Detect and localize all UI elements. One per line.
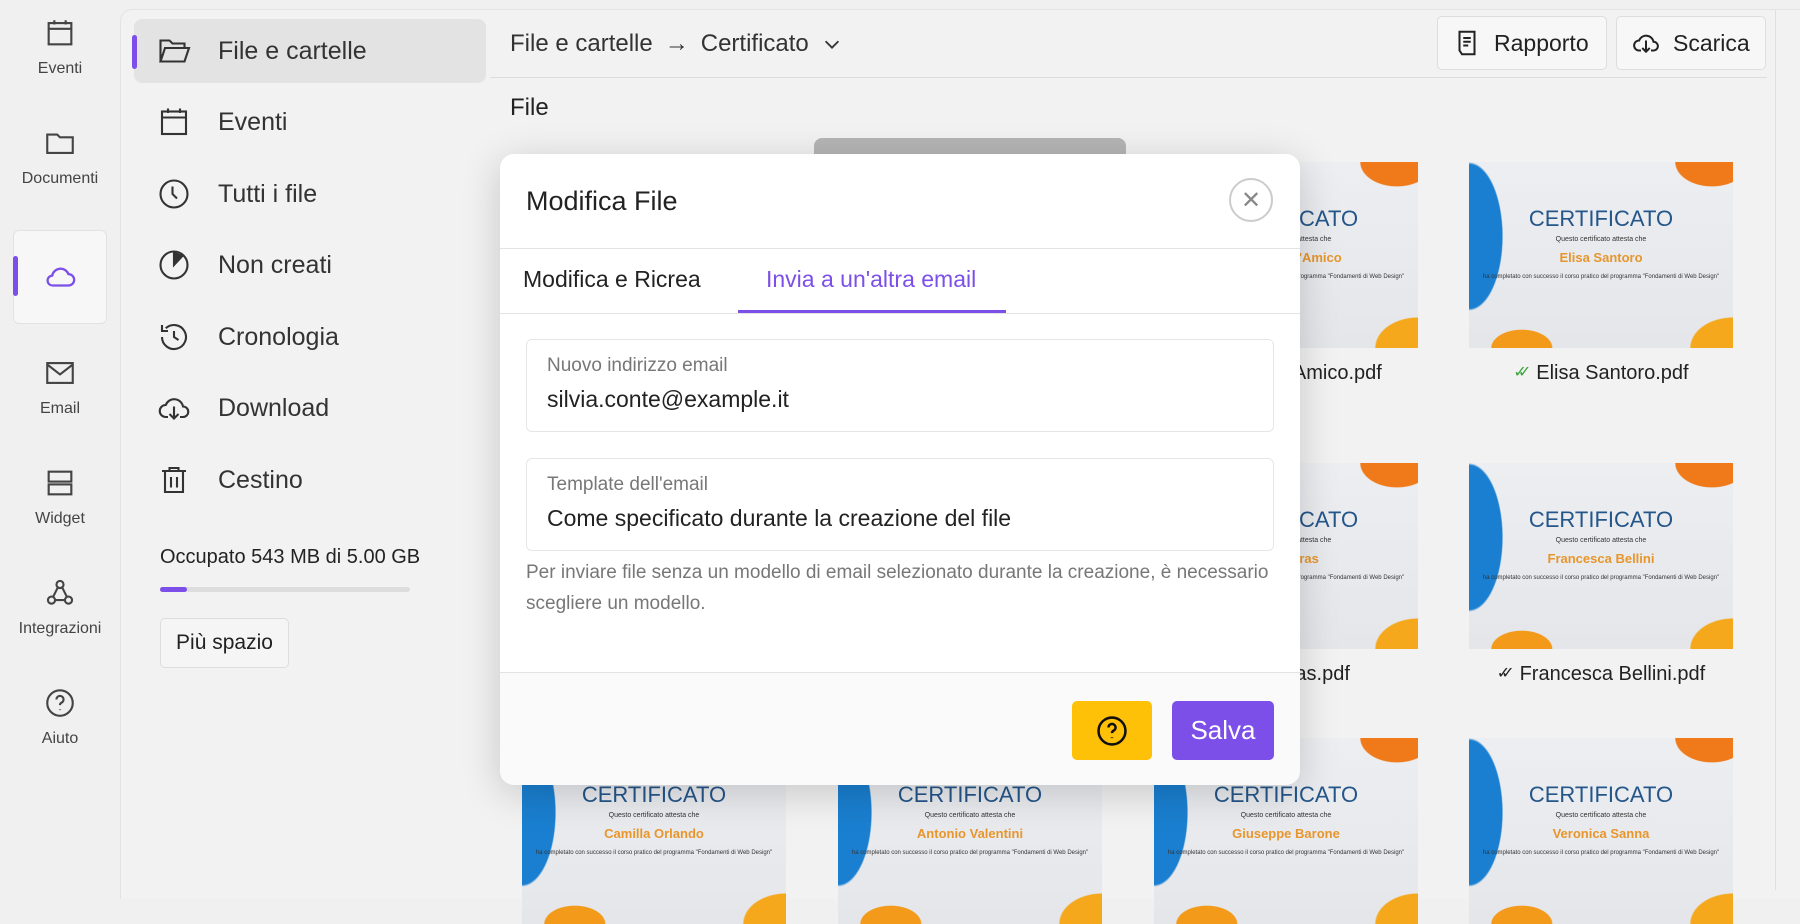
divider [500,248,1300,249]
template-select[interactable]: Template dell'email Come specificato dur… [526,458,1274,551]
template-value[interactable]: Come specificato durante la creazione de… [547,505,1011,532]
email-field[interactable]: Nuovo indirizzo email silvia.conte@examp… [526,339,1274,432]
email-label: Nuovo indirizzo email [547,355,728,376]
help-button[interactable] [1072,701,1152,760]
save-button[interactable]: Salva [1172,701,1274,760]
tab-modifica-e-ricrea[interactable]: Modifica e Ricrea [523,266,701,293]
modal-overlay: Modifica File ✕ Modifica e Ricrea Invia … [0,0,1800,890]
close-button[interactable]: ✕ [1229,178,1273,222]
tab-invia-altra-email[interactable]: Invia a un'altra email [766,266,976,293]
template-label: Template dell'email [547,474,708,495]
divider [500,313,1300,314]
question-icon [1097,715,1127,746]
close-icon: ✕ [1240,186,1262,214]
modal-footer: Salva [500,672,1300,785]
email-input[interactable]: silvia.conte@example.it [547,386,789,413]
edit-file-modal: Modifica File ✕ Modifica e Ricrea Invia … [500,154,1300,785]
modal-title: Modifica File [526,186,678,216]
help-text: Per inviare file senza un modello di ema… [526,562,1269,614]
